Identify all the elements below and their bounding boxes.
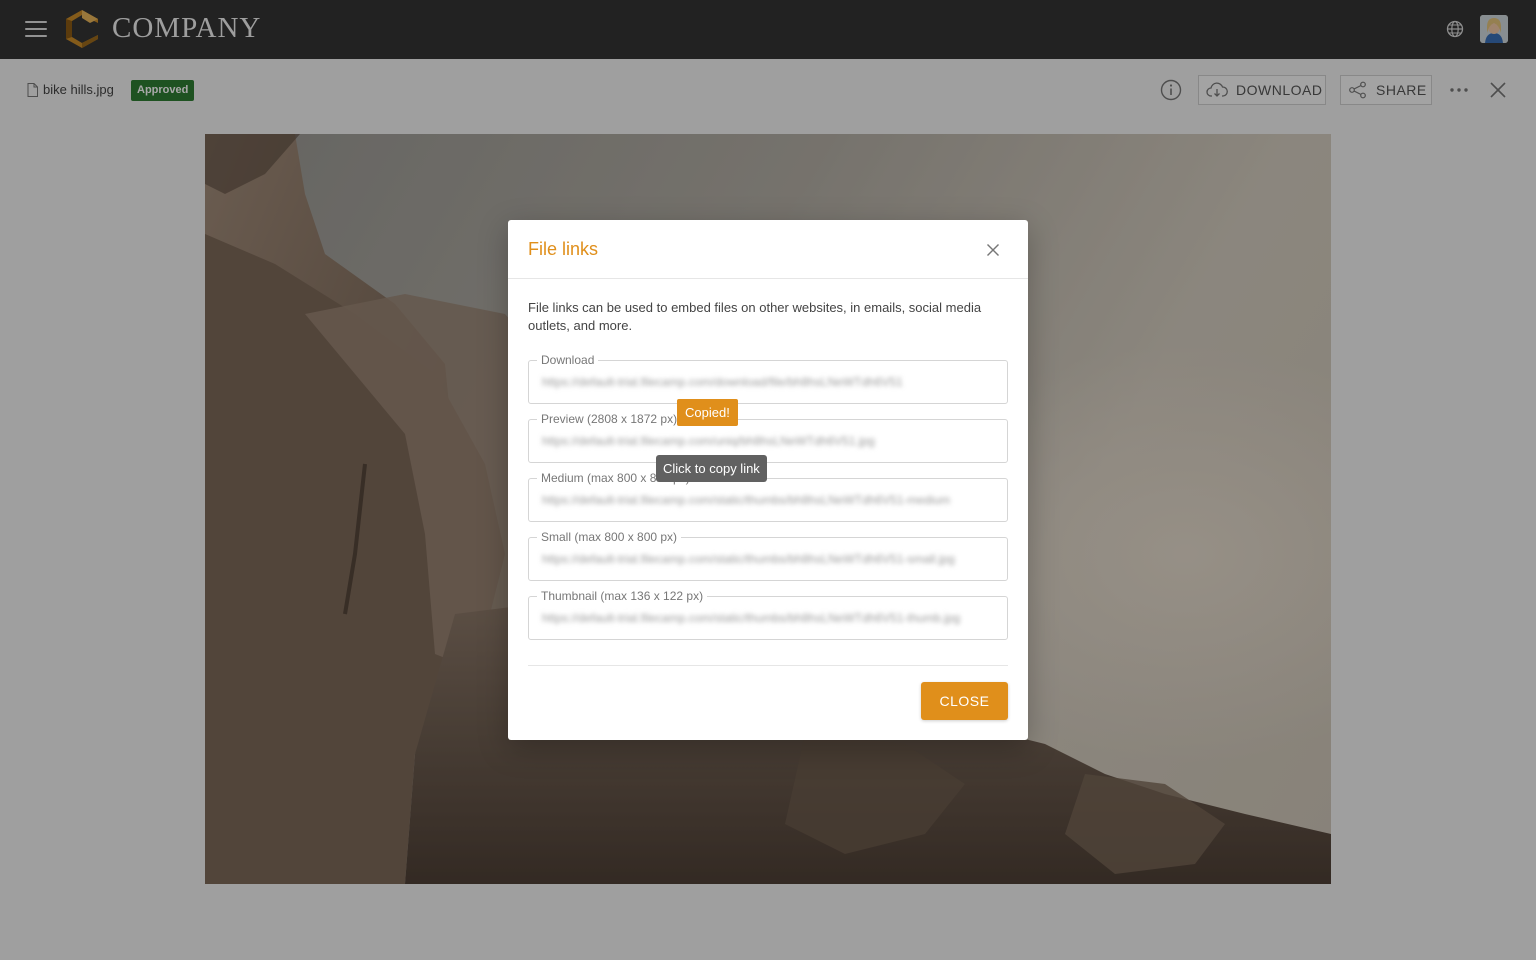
field-label: Preview (2808 x 1872 px): [537, 411, 682, 427]
field-value[interactable]: https://default-trial.filecamp.com/uniq/…: [542, 434, 997, 450]
thumbnail-link-field[interactable]: Thumbnail (max 136 x 122 px) https://def…: [528, 588, 1008, 640]
dialog-header-divider: [508, 278, 1028, 279]
close-button[interactable]: CLOSE: [921, 682, 1008, 720]
dialog-footer-divider: [528, 665, 1008, 666]
copy-link-tooltip: Click to copy link: [656, 455, 767, 482]
field-value[interactable]: https://default-trial.filecamp.com/downl…: [542, 375, 997, 391]
field-value[interactable]: https://default-trial.filecamp.com/stati…: [542, 493, 997, 509]
field-label: Thumbnail (max 136 x 122 px): [537, 588, 708, 604]
file-links-dialog: File links File links can be used to emb…: [508, 220, 1028, 740]
small-link-field[interactable]: Small (max 800 x 800 px) https://default…: [528, 529, 1008, 581]
field-label: Download: [537, 352, 599, 368]
close-icon[interactable]: [986, 243, 1000, 257]
field-label: Small (max 800 x 800 px): [537, 529, 682, 545]
field-value[interactable]: https://default-trial.filecamp.com/stati…: [542, 552, 997, 568]
preview-link-field[interactable]: Preview (2808 x 1872 px) https://default…: [528, 411, 1008, 463]
field-value[interactable]: https://default-trial.filecamp.com/stati…: [542, 611, 997, 627]
dialog-description: File links can be used to embed files on…: [528, 300, 982, 333]
copied-tooltip: Copied!: [677, 399, 738, 426]
dialog-title: File links: [528, 239, 599, 259]
medium-link-field[interactable]: Medium (max 800 x 800 px) https://defaul…: [528, 470, 1008, 522]
download-link-field[interactable]: Download https://default-trial.filecamp.…: [528, 352, 1008, 404]
